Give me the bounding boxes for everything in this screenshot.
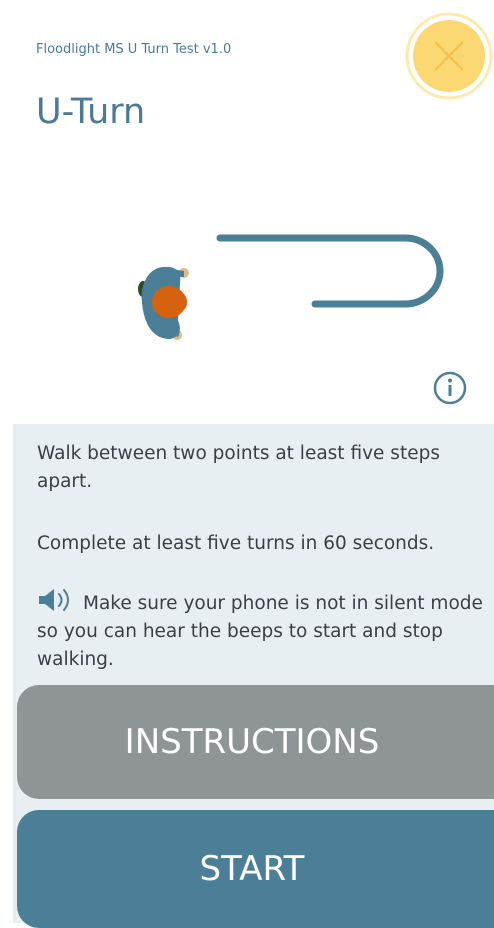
info-icon [433, 371, 467, 405]
walking-person-figure [138, 266, 189, 340]
app-name: Floodlight MS U Turn Test v1.0 [36, 42, 232, 57]
info-button[interactable] [432, 370, 468, 406]
u-turn-illustration [138, 234, 444, 340]
instruction-sound: Make sure your phone is not in silent mo… [37, 588, 485, 674]
start-button-label: START [199, 849, 305, 889]
instructions-button-label: INSTRUCTIONS [124, 722, 380, 762]
instruction-walk: Walk between two points at least five st… [37, 443, 440, 492]
start-button[interactable]: START [17, 810, 494, 928]
instructions-button[interactable]: INSTRUCTIONS [17, 685, 494, 799]
speaker-icon [39, 589, 69, 611]
instruction-turns: Complete at least five turns in 60 secon… [37, 533, 435, 554]
instruction-sound-text: Make sure your phone is not in silent mo… [37, 593, 483, 670]
close-icon [405, 12, 493, 100]
u-turn-path [216, 234, 444, 308]
page-title: U-Turn [36, 92, 146, 132]
close-button[interactable] [405, 12, 493, 100]
